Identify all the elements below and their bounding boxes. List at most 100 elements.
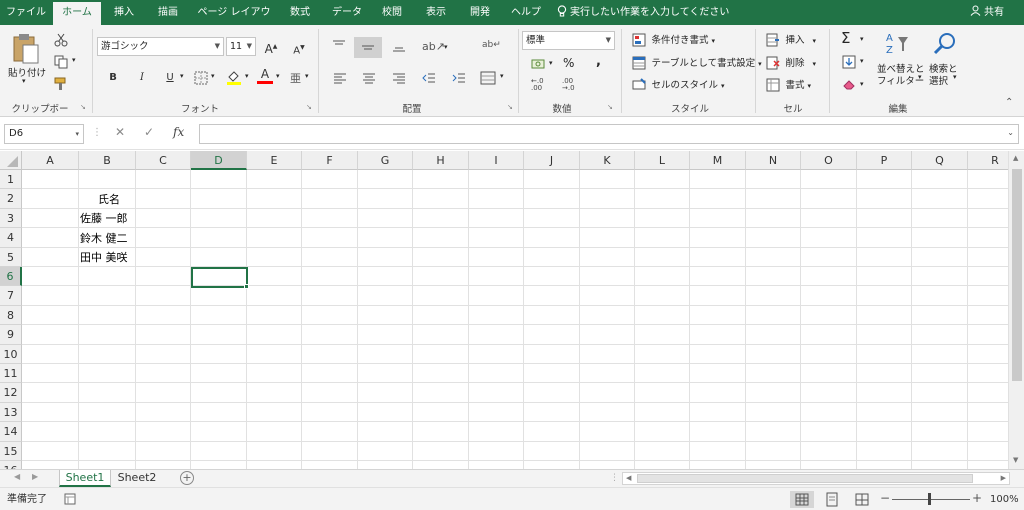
- increase-indent-icon[interactable]: [452, 72, 466, 84]
- alignment-launcher-icon[interactable]: ↘: [507, 103, 513, 111]
- horizontal-scrollbar[interactable]: ◀ ▶: [622, 472, 1010, 485]
- row-header-6[interactable]: 6: [0, 267, 22, 287]
- border-icon[interactable]: [194, 71, 208, 85]
- align-middle-button[interactable]: [354, 37, 382, 58]
- align-top-button[interactable]: [330, 37, 348, 55]
- comma-button[interactable]: ,: [596, 54, 601, 69]
- number-launcher-icon[interactable]: ↘: [607, 103, 613, 111]
- column-header-h[interactable]: H: [413, 151, 469, 170]
- row-header-1[interactable]: 1: [0, 170, 22, 190]
- decrease-decimal-icon[interactable]: .00 →.0: [562, 78, 575, 92]
- align-bottom-button[interactable]: [390, 37, 408, 55]
- merge-dropdown-icon[interactable]: ▾: [500, 72, 504, 80]
- tab-page-layout[interactable]: ページ レイアウト: [194, 0, 274, 43]
- insert-cells-button[interactable]: 挿入 ▾: [766, 32, 816, 48]
- orientation-icon[interactable]: ab↗: [422, 40, 445, 53]
- merge-center-icon[interactable]: [480, 71, 496, 85]
- scroll-down-icon[interactable]: ▼: [1013, 456, 1018, 464]
- tab-draw[interactable]: 描画: [148, 0, 188, 25]
- tab-splitter-icon[interactable]: ⋮: [610, 473, 619, 483]
- increase-font-icon[interactable]: A▲: [263, 40, 279, 56]
- format-cells-button[interactable]: 書式 ▾: [766, 77, 811, 93]
- cell-b2[interactable]: 氏名: [82, 190, 136, 209]
- row-header-3[interactable]: 3: [0, 208, 22, 229]
- add-sheet-button[interactable]: +: [180, 471, 194, 485]
- page-layout-view-button[interactable]: [820, 491, 844, 508]
- formula-input[interactable]: ⌄: [199, 124, 1019, 144]
- fill-dropdown-icon[interactable]: ▾: [860, 57, 864, 65]
- row-header-14[interactable]: 14: [0, 422, 22, 442]
- increase-decimal-icon[interactable]: ←.0.00: [531, 78, 544, 92]
- prev-sheet-icon[interactable]: ◀: [14, 472, 20, 481]
- fill-down-icon[interactable]: [842, 55, 856, 69]
- row-header-13[interactable]: 13: [0, 402, 22, 423]
- page-break-view-button[interactable]: [850, 491, 874, 508]
- column-header-n[interactable]: N: [746, 151, 801, 170]
- fill-color-icon[interactable]: [226, 69, 242, 85]
- row-header-7[interactable]: 7: [0, 286, 22, 306]
- tab-insert[interactable]: 挿入: [104, 0, 144, 25]
- sort-filter-button[interactable]: A Z 並べ替えと フィルター ▾: [874, 31, 925, 95]
- active-cell-d6[interactable]: [191, 267, 248, 288]
- autosum-button[interactable]: Σ: [841, 29, 850, 47]
- row-header-8[interactable]: 8: [0, 305, 22, 326]
- sheet-tab-sheet1[interactable]: Sheet1: [59, 470, 111, 487]
- column-header-d[interactable]: D: [191, 151, 247, 170]
- paste-button[interactable]: 貼り付け ▾: [8, 31, 46, 87]
- row-header-10[interactable]: 10: [0, 344, 22, 364]
- zoom-out-button[interactable]: −: [880, 491, 890, 505]
- zoom-level[interactable]: 100%: [990, 488, 1019, 510]
- underline-dropdown-icon[interactable]: ▾: [180, 72, 184, 80]
- currency-dropdown-icon[interactable]: ▾: [549, 59, 553, 67]
- zoom-slider-thumb[interactable]: [928, 493, 931, 505]
- worksheet-grid[interactable]: ABCDEFGHIJKLMNOPQR1234567891011121314151…: [0, 151, 1008, 469]
- sheet-tab-sheet2[interactable]: Sheet2: [113, 470, 161, 487]
- column-header-k[interactable]: K: [580, 151, 635, 170]
- select-all-button[interactable]: [0, 151, 22, 170]
- delete-cells-button[interactable]: 削除 ▾: [766, 55, 816, 71]
- column-header-a[interactable]: A: [22, 151, 79, 170]
- zoom-in-button[interactable]: +: [972, 491, 982, 505]
- collapse-ribbon-icon[interactable]: ⌃: [1005, 97, 1013, 108]
- vertical-scroll-thumb[interactable]: [1012, 169, 1022, 381]
- normal-view-button[interactable]: [790, 491, 814, 508]
- column-header-f[interactable]: F: [302, 151, 358, 170]
- column-header-p[interactable]: P: [857, 151, 912, 170]
- horizontal-scroll-thumb[interactable]: [637, 474, 973, 483]
- vertical-scrollbar[interactable]: ▲ ▼: [1008, 151, 1024, 469]
- column-header-q[interactable]: Q: [912, 151, 968, 170]
- font-name-dropdown[interactable]: 游ゴシック ▼: [97, 37, 224, 56]
- decrease-indent-icon[interactable]: [422, 72, 436, 84]
- tell-me-box[interactable]: 実行したい作業を入力してください: [557, 0, 729, 25]
- copy-icon[interactable]: [54, 55, 68, 69]
- enter-icon[interactable]: ✓: [144, 125, 154, 139]
- font-color-dropdown-icon[interactable]: ▾: [276, 72, 280, 80]
- align-left-icon[interactable]: [333, 72, 347, 84]
- wrap-text-icon[interactable]: ab↵: [482, 40, 501, 50]
- number-format-dropdown[interactable]: 標準 ▼: [522, 31, 615, 50]
- scroll-left-icon[interactable]: ◀: [626, 474, 631, 482]
- column-header-r[interactable]: R: [968, 151, 1008, 170]
- fill-handle[interactable]: [244, 284, 249, 289]
- tab-developer[interactable]: 開発: [460, 0, 500, 25]
- phonetic-dropdown-icon[interactable]: ▾: [305, 72, 309, 80]
- phonetic-icon[interactable]: 亜: [290, 70, 301, 86]
- cell-styles-button[interactable]: セルのスタイル ▾: [632, 77, 725, 93]
- copy-dropdown-icon[interactable]: ▾: [72, 56, 76, 64]
- tab-view[interactable]: 表示: [416, 0, 456, 25]
- align-right-icon[interactable]: [392, 72, 406, 84]
- clipboard-launcher-icon[interactable]: ↘: [80, 103, 86, 111]
- row-header-2[interactable]: 2: [0, 189, 22, 209]
- orientation-dropdown-icon[interactable]: ▾: [444, 43, 448, 51]
- format-as-table-button[interactable]: テーブルとして書式設定 ▾: [632, 55, 762, 71]
- macro-record-icon[interactable]: [64, 493, 76, 505]
- tab-home[interactable]: ホーム: [53, 2, 101, 25]
- eraser-icon[interactable]: [842, 78, 856, 90]
- zoom-slider[interactable]: [892, 499, 970, 500]
- row-header-4[interactable]: 4: [0, 228, 22, 248]
- row-header-12[interactable]: 12: [0, 383, 22, 403]
- column-header-b[interactable]: B: [79, 151, 136, 170]
- cut-icon[interactable]: [54, 33, 68, 47]
- name-box[interactable]: D6 ▾: [4, 124, 84, 144]
- column-header-g[interactable]: G: [358, 151, 413, 170]
